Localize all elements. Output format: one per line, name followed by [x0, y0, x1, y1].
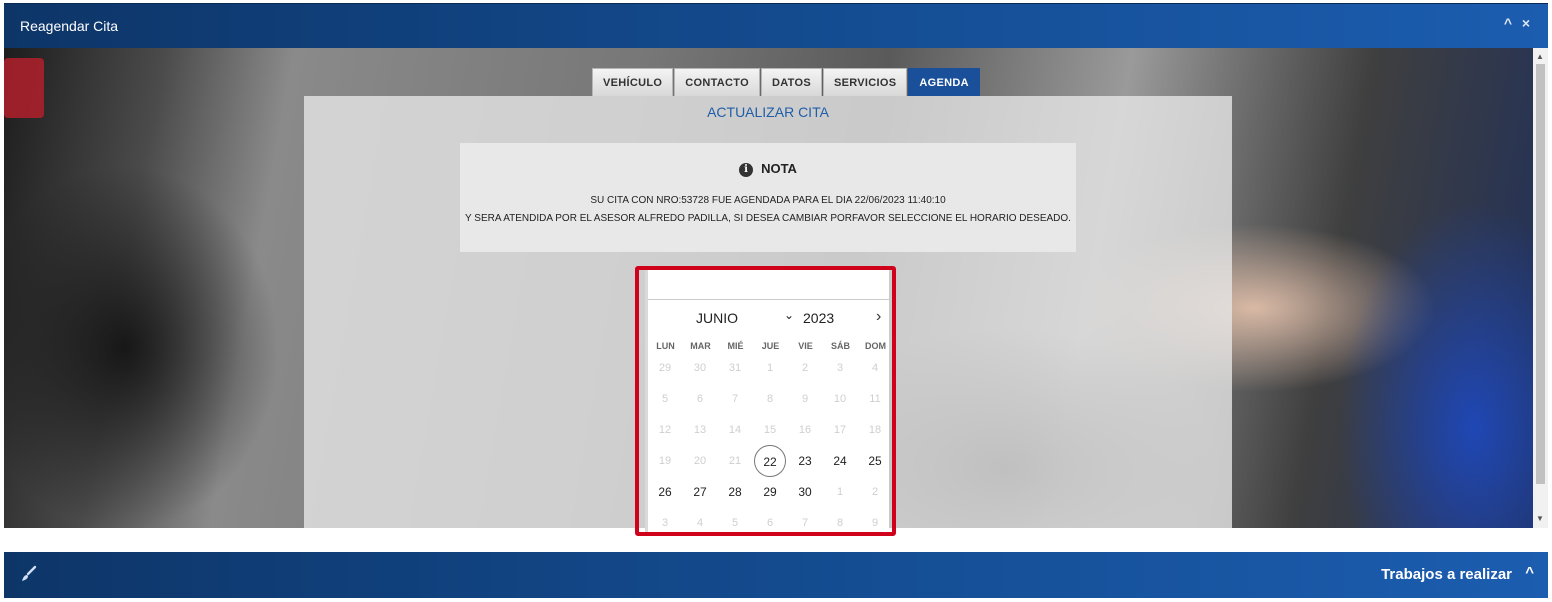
next-month-icon[interactable]: › [876, 308, 881, 326]
calendar-day: 2 [801, 362, 809, 374]
calendar-day: 14 [728, 424, 742, 436]
tab-agenda[interactable]: AGENDA [908, 68, 980, 96]
calendar-day: 20 [693, 455, 707, 467]
scrollbar-thumb[interactable] [1536, 64, 1545, 484]
calendar-day: 9 [871, 517, 879, 529]
note-title-row: i NOTA [460, 161, 1076, 177]
calendar-day: 3 [661, 517, 669, 529]
tab-bar: VEHÍCULO CONTACTO DATOS SERVICIOS AGENDA [592, 68, 981, 96]
calendar-day: 4 [696, 517, 704, 529]
calendar-day: 8 [766, 393, 774, 405]
calendar-day: 29 [658, 362, 672, 374]
calendar-day[interactable]: 26 [649, 476, 681, 508]
calendar-day: 31 [728, 362, 742, 374]
note-title: NOTA [761, 161, 797, 176]
scroll-down-icon[interactable]: ▼ [1536, 514, 1544, 523]
calendar-day: 4 [871, 362, 879, 374]
tab-vehiculo[interactable]: VEHÍCULO [592, 68, 674, 96]
calendar-day: 7 [801, 517, 809, 529]
modal-title: Reagendar Cita [20, 18, 119, 34]
calendar-day: 2 [871, 486, 879, 498]
calendar-day: 1 [766, 362, 774, 374]
calendar-day: 10 [833, 393, 847, 405]
calendar-day: 16 [798, 424, 812, 436]
modal-header: Reagendar Cita ^ × [4, 3, 1548, 48]
chevron-down-icon[interactable]: ⌄ [784, 308, 794, 322]
calendar-day: 7 [731, 393, 739, 405]
note-box: i NOTA SU CITA CON NRO:53728 FUE AGENDADA… [460, 143, 1076, 252]
work-panel-header[interactable]: Trabajos a realizar ^ [4, 552, 1548, 598]
calendar-day[interactable]: 23 [789, 445, 821, 477]
work-panel-title: Trabajos a realizar [1381, 566, 1512, 583]
calendar-day: 15 [763, 424, 777, 436]
calendar-day: 18 [868, 424, 882, 436]
calendar-day: 3 [836, 362, 844, 374]
calendar-day: 12 [658, 424, 672, 436]
calendar-day: 13 [693, 424, 707, 436]
calendar-day[interactable]: 27 [684, 476, 716, 508]
vertical-scrollbar[interactable]: ▲ ▼ [1533, 48, 1548, 528]
calendar-day: 11 [869, 393, 881, 405]
calendar-day: 5 [731, 517, 739, 529]
calendar-day: 30 [693, 362, 707, 374]
brush-icon [22, 565, 37, 581]
weekday-label: LUN [656, 341, 675, 351]
scroll-up-icon[interactable]: ▲ [1536, 52, 1544, 61]
chevron-up-icon[interactable]: ^ [1525, 564, 1534, 581]
calendar-day: 5 [661, 393, 669, 405]
collapse-icon[interactable]: ^ [1504, 15, 1512, 31]
weekday-label: MIÉ [727, 341, 744, 351]
weekday-label: VIE [798, 341, 813, 351]
calendar-day: 6 [766, 517, 774, 529]
calendar-day: 21 [728, 455, 742, 467]
close-icon[interactable]: × [1522, 15, 1530, 31]
section-heading: ACTUALIZAR CITA [707, 104, 829, 120]
info-icon: i [739, 163, 754, 177]
calendar-day: 9 [801, 393, 809, 405]
calendar-day: 8 [836, 517, 844, 529]
selected-day[interactable]: 22 [754, 445, 786, 477]
calendar-day: 19 [658, 455, 672, 467]
weekday-label: JUE [761, 341, 780, 351]
tab-datos[interactable]: DATOS [760, 68, 822, 96]
calendar-day: 6 [696, 393, 704, 405]
background-photo-detail [4, 58, 44, 118]
weekday-label: DOM [865, 341, 886, 351]
calendar-day[interactable]: 24 [824, 445, 856, 477]
calendar-day[interactable]: 29 [754, 476, 786, 508]
calendar-day: 1 [836, 486, 844, 498]
tab-servicios[interactable]: SERVICIOS [822, 68, 908, 96]
calendar-day: 17 [833, 424, 847, 436]
calendar-day[interactable]: 30 [789, 476, 821, 508]
calendar-day[interactable]: 28 [719, 476, 751, 508]
weekday-label: SÁB [830, 341, 850, 351]
month-select[interactable]: JUNIO [696, 310, 738, 326]
date-picker: JUNIO ⌄ 2023 › LUN MAR MIÉ JUE VIE SÁB DOM 29 30… [645, 270, 889, 532]
date-input[interactable] [648, 272, 889, 300]
note-line-1: SU CITA CON NRO:53728 FUE AGENDADA PARA … [590, 195, 946, 206]
weekday-label: MAR [690, 341, 711, 351]
tab-contacto[interactable]: CONTACTO [674, 68, 760, 96]
year-input[interactable]: 2023 [803, 310, 834, 326]
note-line-2: Y SERA ATENDIDA POR EL ASESOR ALFREDO PA… [465, 213, 1071, 224]
calendar-day[interactable]: 25 [859, 445, 889, 477]
